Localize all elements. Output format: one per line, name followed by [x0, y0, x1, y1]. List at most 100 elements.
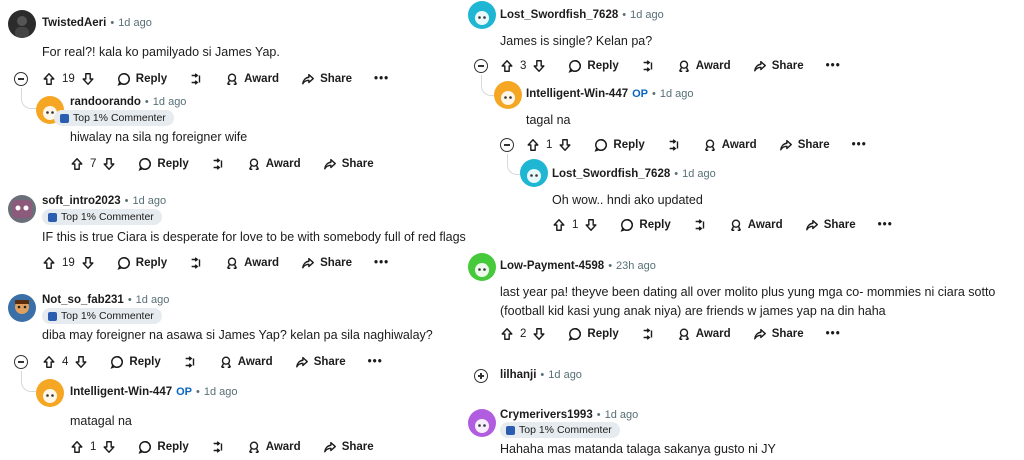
username[interactable]: TwistedAeri	[42, 17, 106, 29]
username[interactable]: randoorando	[70, 96, 141, 108]
award-button[interactable]: Award	[247, 440, 301, 454]
upvote-icon[interactable]	[70, 440, 84, 454]
username[interactable]: Not_so_fab231	[42, 294, 124, 306]
timestamp[interactable]: 1d ago	[153, 96, 187, 108]
share-button[interactable]: Share	[779, 138, 830, 152]
share-button[interactable]: Share	[805, 218, 856, 232]
award-button[interactable]: Award	[677, 59, 731, 73]
reply-button[interactable]: Reply	[117, 256, 167, 270]
crosspost-button[interactable]	[693, 218, 707, 232]
timestamp[interactable]: 1d ago	[605, 409, 639, 421]
collapse-icon[interactable]	[14, 72, 28, 86]
upvote-icon[interactable]	[500, 327, 514, 341]
share-button[interactable]: Share	[753, 327, 804, 341]
username[interactable]: Lost_Swordfish_7628	[500, 9, 618, 21]
timestamp[interactable]: 1d ago	[682, 168, 716, 180]
upvote-icon[interactable]	[552, 218, 566, 232]
reply-button[interactable]: Reply	[138, 157, 189, 171]
reply-icon	[138, 157, 152, 171]
award-button[interactable]: Award	[247, 157, 301, 171]
avatar[interactable]	[468, 409, 496, 437]
more-options-button[interactable]: •••	[878, 219, 893, 231]
downvote-icon[interactable]	[74, 355, 88, 369]
crosspost-button[interactable]	[183, 355, 197, 369]
avatar[interactable]	[468, 253, 496, 281]
award-button[interactable]: Award	[219, 355, 273, 369]
share-button[interactable]: Share	[301, 256, 352, 270]
username[interactable]: Intelligent-Win-447	[70, 386, 172, 398]
avatar[interactable]	[8, 10, 36, 38]
left-column: TwistedAeri • 1d ago For real?! kala ko …	[0, 0, 470, 460]
downvote-icon[interactable]	[102, 440, 116, 454]
upvote-icon[interactable]	[500, 59, 514, 73]
award-button[interactable]: Award	[677, 327, 731, 341]
more-options-button[interactable]: •••	[826, 60, 841, 72]
timestamp[interactable]: 1d ago	[136, 294, 170, 306]
timestamp[interactable]: 1d ago	[118, 17, 152, 29]
downvote-icon[interactable]	[81, 72, 95, 86]
timestamp[interactable]: 23h ago	[616, 260, 656, 272]
crosspost-button[interactable]	[189, 72, 203, 86]
reply-button[interactable]: Reply	[568, 327, 619, 341]
share-button[interactable]: Share	[323, 157, 374, 171]
more-options-button[interactable]: •••	[374, 257, 389, 269]
crosspost-button[interactable]	[211, 440, 225, 454]
award-button[interactable]: Award	[703, 138, 757, 152]
collapse-icon[interactable]	[500, 138, 514, 152]
reply-button[interactable]: Reply	[138, 440, 189, 454]
more-options-button[interactable]: •••	[826, 328, 841, 340]
award-icon	[225, 72, 239, 86]
timestamp[interactable]: 1d ago	[132, 195, 166, 207]
timestamp[interactable]: 1d ago	[660, 88, 694, 100]
username[interactable]: Intelligent-Win-447	[526, 88, 628, 100]
downvote-icon[interactable]	[81, 256, 95, 270]
collapse-icon[interactable]	[14, 355, 28, 369]
reply-button[interactable]: Reply	[117, 72, 167, 86]
upvote-icon[interactable]	[42, 256, 56, 270]
downvote-icon[interactable]	[558, 138, 572, 152]
award-button[interactable]: Award	[225, 256, 279, 270]
reply-button[interactable]: Reply	[110, 355, 161, 369]
downvote-icon[interactable]	[102, 157, 116, 171]
reply-button[interactable]: Reply	[568, 59, 619, 73]
crosspost-button[interactable]	[641, 327, 655, 341]
avatar[interactable]	[8, 294, 36, 322]
username[interactable]: Crymerivers1993	[500, 409, 593, 421]
crosspost-button[interactable]	[667, 138, 681, 152]
timestamp[interactable]: 1d ago	[204, 386, 238, 398]
crosspost-button[interactable]	[641, 59, 655, 73]
avatar[interactable]	[36, 379, 64, 407]
collapse-icon[interactable]	[474, 59, 488, 73]
reply-button[interactable]: Reply	[594, 138, 645, 152]
username[interactable]: lilhanji	[500, 369, 536, 381]
crosspost-button[interactable]	[211, 157, 225, 171]
timestamp[interactable]: 1d ago	[548, 369, 582, 381]
username[interactable]: Low-Payment-4598	[500, 260, 604, 272]
upvote-icon[interactable]	[70, 157, 84, 171]
expand-icon[interactable]	[474, 369, 488, 383]
avatar[interactable]	[494, 81, 522, 109]
avatar[interactable]	[468, 1, 496, 29]
avatar[interactable]	[520, 159, 548, 187]
more-options-button[interactable]: •••	[374, 73, 389, 85]
timestamp[interactable]: 1d ago	[630, 9, 664, 21]
share-button[interactable]: Share	[323, 440, 374, 454]
crosspost-button[interactable]	[189, 256, 203, 270]
downvote-icon[interactable]	[532, 59, 546, 73]
share-button[interactable]: Share	[753, 59, 804, 73]
upvote-icon[interactable]	[42, 72, 56, 86]
username[interactable]: Lost_Swordfish_7628	[552, 168, 670, 180]
downvote-icon[interactable]	[584, 218, 598, 232]
username[interactable]: soft_intro2023	[42, 195, 121, 207]
share-button[interactable]: Share	[301, 72, 352, 86]
downvote-icon[interactable]	[532, 327, 546, 341]
more-options-button[interactable]: •••	[368, 356, 383, 368]
avatar[interactable]	[8, 195, 36, 223]
upvote-icon[interactable]	[526, 138, 540, 152]
reply-button[interactable]: Reply	[620, 218, 671, 232]
more-options-button[interactable]: •••	[852, 139, 867, 151]
award-button[interactable]: Award	[729, 218, 783, 232]
share-button[interactable]: Share	[295, 355, 346, 369]
upvote-icon[interactable]	[42, 355, 56, 369]
award-button[interactable]: Award	[225, 72, 279, 86]
